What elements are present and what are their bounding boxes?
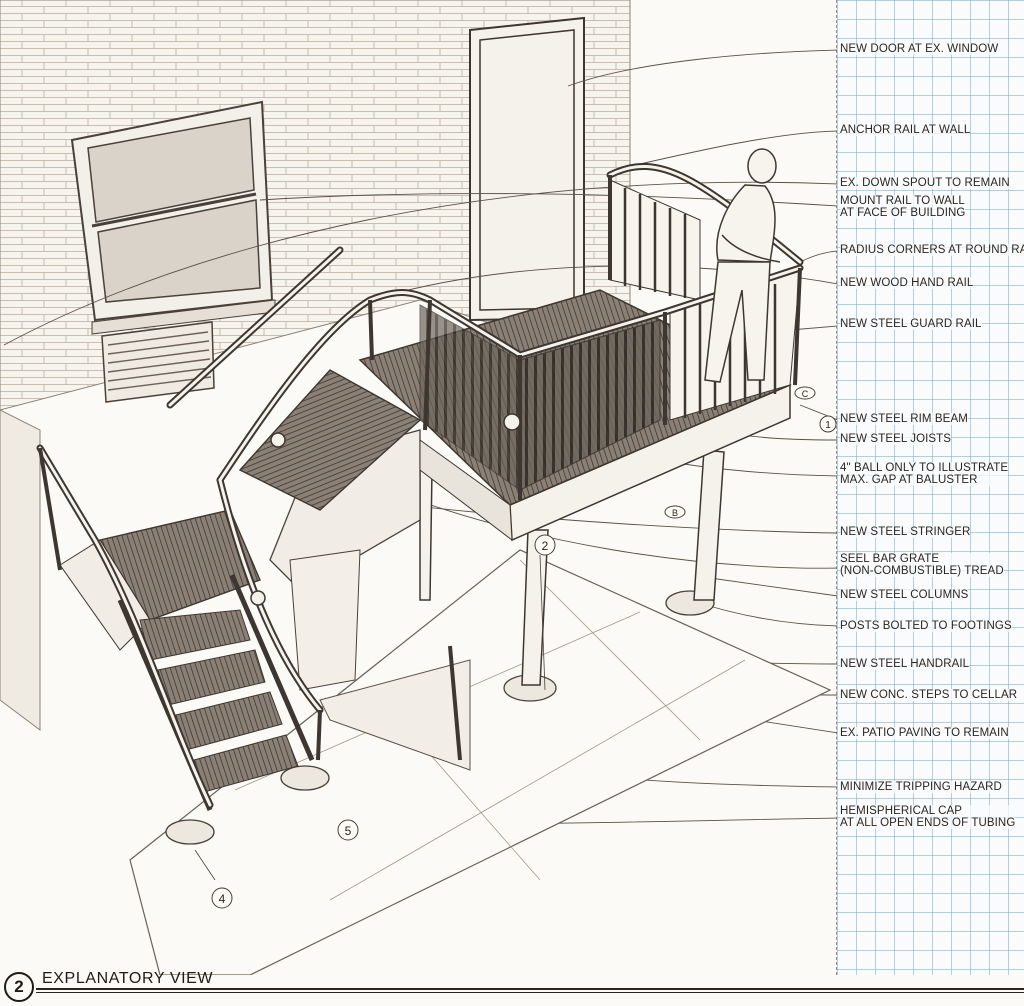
note-conc-steps: NEW CONC. STEPS TO CELLAR [840, 689, 1018, 701]
svg-text:C: C [802, 389, 809, 399]
note-down-spout: EX. DOWN SPOUT TO REMAIN [840, 177, 1010, 189]
title-underline-thin [36, 992, 1024, 993]
grid-tag-b: B [664, 505, 686, 519]
existing-window [70, 100, 276, 335]
note-steel-handrail: NEW STEEL HANDRAIL [840, 658, 970, 670]
grid-tag-c: C [794, 386, 816, 400]
note-tripping: MINIMIZE TRIPPING HAZARD [840, 781, 1002, 793]
note-ball-gap: 4" BALL ONLY TO ILLUSTRATE MAX. GAP AT B… [840, 462, 1009, 486]
note-hemi-cap: HEMISPHERICAL CAP AT ALL OPEN ENDS OF TU… [840, 805, 1016, 829]
note-anchor-rail: ANCHOR RAIL AT WALL [840, 124, 971, 136]
stair-perspective-drawing: 4 5 2 1 B C [0, 0, 837, 975]
note-new-door: NEW DOOR AT EX. WINDOW [840, 43, 999, 55]
grid-tag-1: 1 [819, 415, 837, 433]
view-number-badge: 2 [4, 972, 34, 1002]
note-steel-stringer: NEW STEEL STRINGER [840, 526, 971, 538]
drawing-sheet: 4 5 2 1 B C NEW DOOR AT EX. WINDOW ANCHO… [0, 0, 1024, 1006]
grid-tag-4: 4 [211, 887, 233, 909]
note-wood-hand-rail: NEW WOOD HAND RAIL [840, 277, 974, 289]
note-steel-guard-rail: NEW STEEL GUARD RAIL [840, 318, 982, 330]
svg-text:1: 1 [825, 420, 831, 431]
note-patio-paving: EX. PATIO PAVING TO REMAIN [840, 727, 1009, 739]
note-bar-grate: SEEL BAR GRATE (NON-COMBUSTIBLE) TREAD [840, 553, 1004, 577]
wall-vent [101, 321, 215, 403]
svg-text:4: 4 [219, 892, 226, 906]
note-mount-rail: MOUNT RAIL TO WALL AT FACE OF BUILDING [840, 195, 966, 219]
grid-tag-5: 5 [337, 819, 359, 841]
note-posts-bolted: POSTS BOLTED TO FOOTINGS [840, 620, 1012, 632]
grid-tag-2: 2 [534, 534, 556, 556]
svg-text:B: B [672, 508, 678, 518]
svg-text:5: 5 [345, 824, 352, 838]
note-steel-columns: NEW STEEL COLUMNS [840, 589, 969, 601]
title-underline [36, 988, 1024, 990]
view-title: EXPLANATORY VIEW [42, 970, 214, 987]
new-door [469, 16, 585, 322]
note-radius-corners: RADIUS CORNERS AT ROUND RAIL [840, 244, 1024, 256]
note-steel-joists: NEW STEEL JOISTS [840, 433, 952, 445]
note-steel-rim-beam: NEW STEEL RIM BEAM [840, 413, 968, 425]
svg-text:2: 2 [542, 539, 549, 553]
